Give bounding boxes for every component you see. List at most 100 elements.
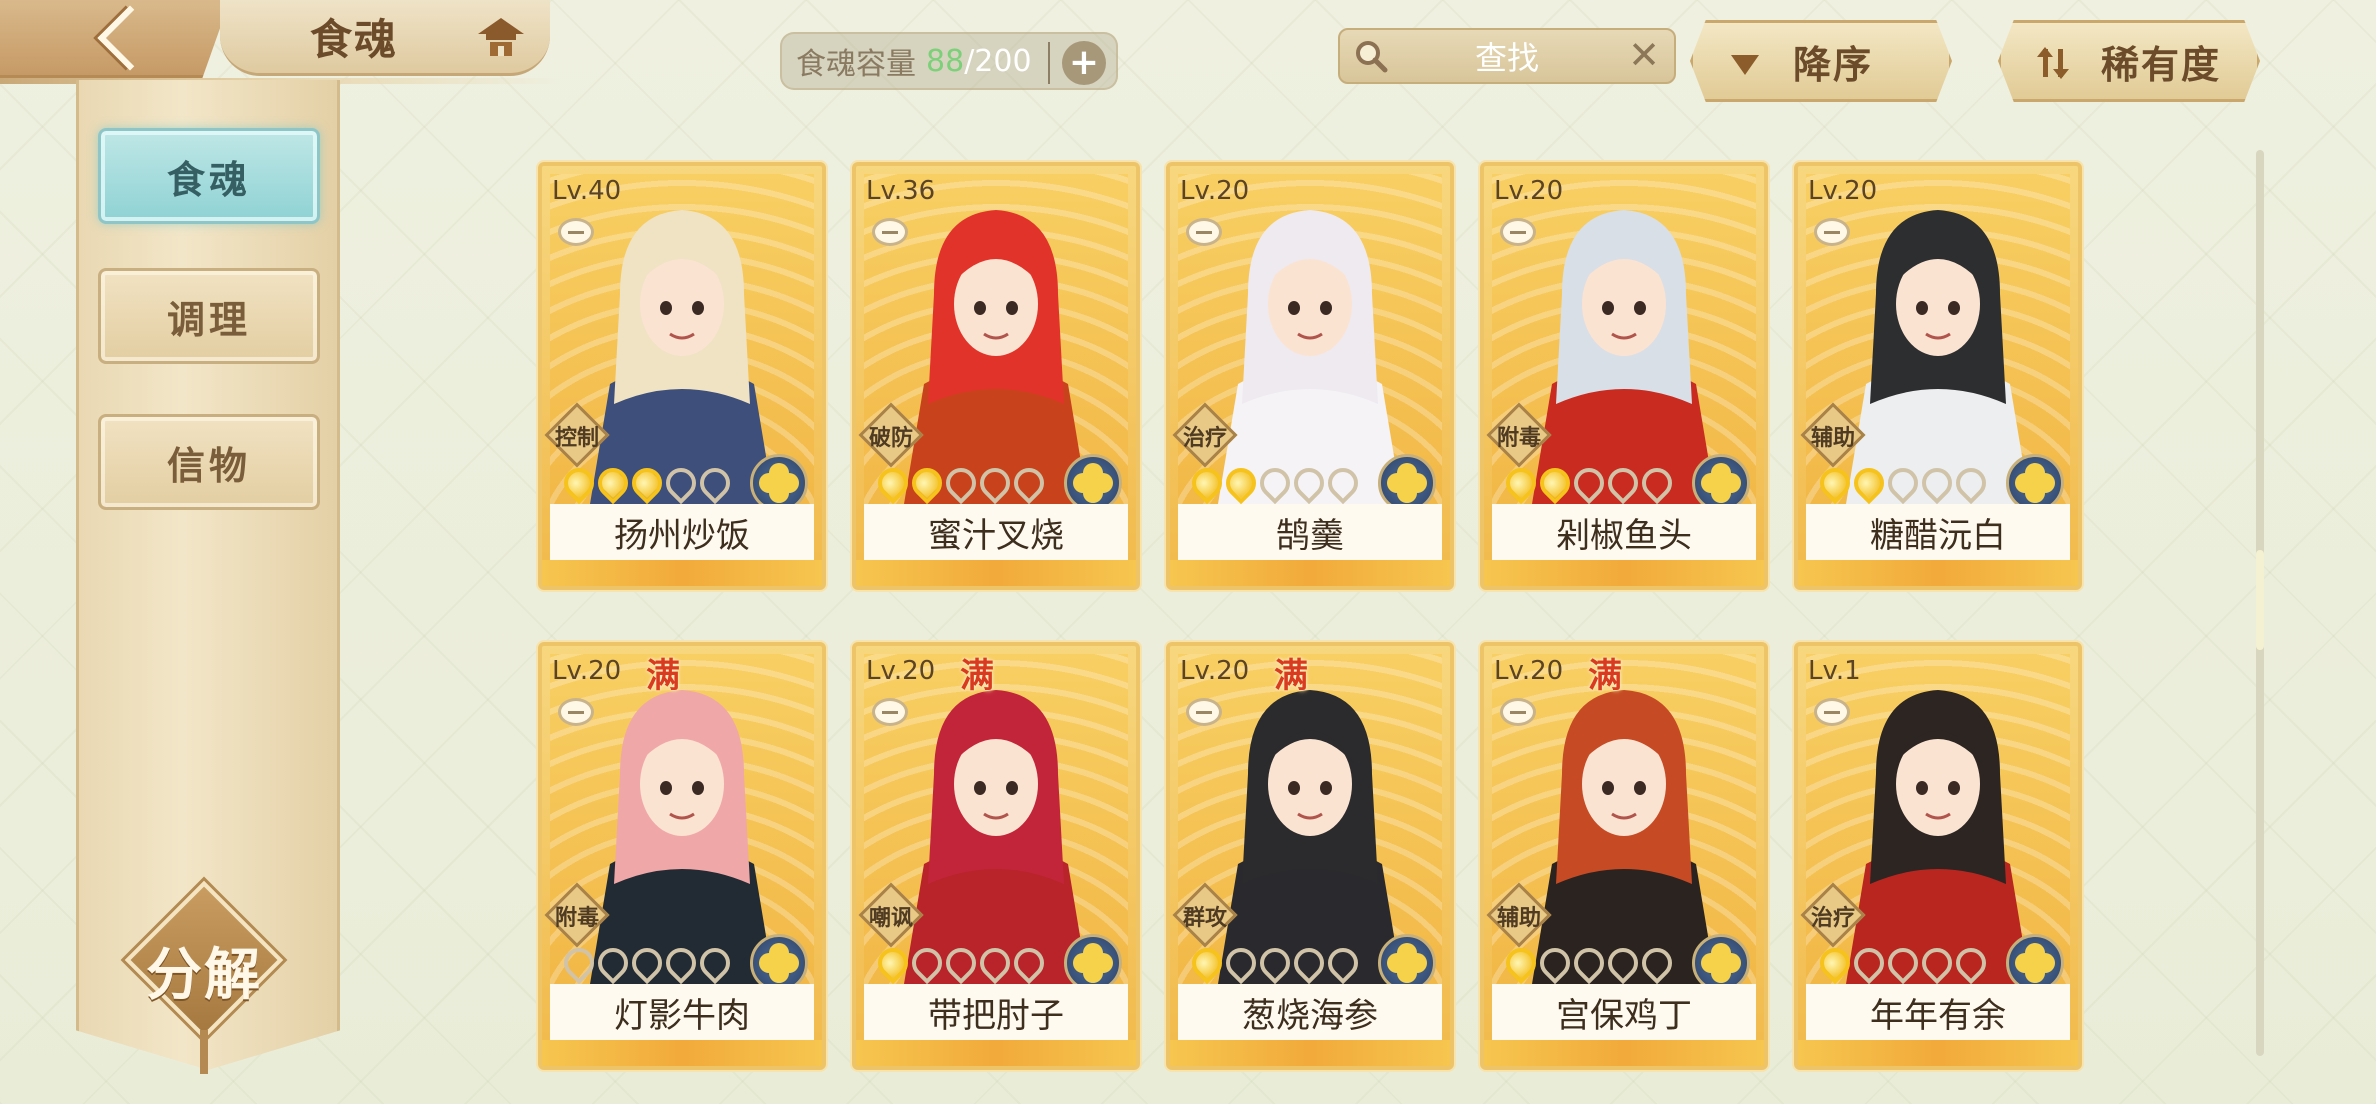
star-drop-icon (973, 941, 1017, 985)
level-label: Lv.40 (552, 176, 622, 206)
level-label: Lv.1 (1808, 656, 1861, 686)
role-badge: 附毒 (544, 882, 610, 948)
star-drop-icon (939, 941, 983, 985)
star-rating (1813, 941, 1993, 985)
level-label: Lv.20 (1808, 176, 1878, 206)
star-drop-icon (693, 941, 737, 985)
star-drop-icon (939, 461, 983, 505)
character-name: 鹄羹 (1178, 504, 1442, 560)
food-soul-card[interactable]: Lv.20 满辅助 宫保鸡丁 (1480, 642, 1768, 1070)
food-soul-card[interactable]: Lv.20 满嘲讽 带把肘子 (852, 642, 1140, 1070)
food-soul-card[interactable]: Lv.20 辅助 糖醋沅白 (1794, 162, 2082, 590)
bowl-icon (1186, 698, 1222, 726)
page-title: 食魂 (310, 15, 399, 64)
flower-icon (1393, 469, 1421, 497)
bowl-icon (1814, 218, 1850, 246)
star-drop-icon (1813, 941, 1857, 985)
max-level-badge: 满 (1588, 656, 1622, 696)
capacity-separator: / (964, 43, 975, 79)
sort-key-label: 稀有度 (2101, 42, 2222, 87)
food-soul-card[interactable]: Lv.20 满群攻 葱烧海参 (1166, 642, 1454, 1070)
star-drop-icon (1915, 941, 1959, 985)
character-name: 剁椒鱼头 (1492, 504, 1756, 560)
level-label: Lv.20 (1180, 176, 1250, 206)
search-label: 查找 (1474, 39, 1539, 77)
star-drop-icon (1287, 461, 1331, 505)
flower-icon (1707, 469, 1735, 497)
role-label: 附毒 (554, 906, 599, 931)
star-rating (871, 461, 1051, 505)
role-badge: 治疗 (1172, 402, 1238, 468)
tab-food-souls[interactable]: 食魂 (98, 128, 320, 224)
food-soul-card[interactable]: Lv.40 控制 扬州炒饭 (538, 162, 826, 590)
flower-icon (1079, 469, 1107, 497)
star-drop-icon (1533, 941, 1577, 985)
max-level-badge: 满 (1274, 656, 1308, 696)
back-button[interactable] (0, 0, 230, 78)
role-badge: 辅助 (1486, 882, 1552, 948)
home-icon[interactable] (474, 14, 528, 60)
capacity-display: 食魂容量 88 / 200 + (780, 32, 1118, 90)
food-soul-card[interactable]: Lv.20 附毒 剁椒鱼头 (1480, 162, 1768, 590)
bowl-icon (558, 698, 594, 726)
star-drop-icon (871, 461, 915, 505)
tassel-decoration (200, 1030, 208, 1074)
level-label: Lv.20 (1180, 656, 1250, 686)
character-name: 灯影牛肉 (550, 984, 814, 1040)
tab-tokens[interactable]: 信物 (98, 414, 320, 510)
role-badge: 控制 (544, 402, 610, 468)
star-rating (1499, 941, 1679, 985)
star-drop-icon (1219, 461, 1263, 505)
star-drop-icon (1253, 941, 1297, 985)
flower-icon (1393, 949, 1421, 977)
food-soul-card[interactable]: Lv.20 满附毒 灯影牛肉 (538, 642, 826, 1070)
star-drop-icon (1881, 941, 1925, 985)
sort-order-label: 降序 (1793, 42, 1874, 87)
character-name: 带把肘子 (864, 984, 1128, 1040)
star-drop-icon (659, 461, 703, 505)
flower-icon (1079, 949, 1107, 977)
role-badge: 群攻 (1172, 882, 1238, 948)
expand-capacity-button[interactable]: + (1062, 41, 1106, 85)
star-drop-icon (1813, 461, 1857, 505)
star-drop-icon (557, 461, 601, 505)
tab-conditioning[interactable]: 调理 (98, 268, 320, 364)
star-drop-icon (625, 461, 669, 505)
food-soul-card[interactable]: Lv.1 治疗 年年有余 (1794, 642, 2082, 1070)
star-drop-icon (1601, 461, 1645, 505)
decompose-button[interactable]: 分解 (124, 880, 284, 1074)
star-rating (557, 461, 737, 505)
star-rating (871, 941, 1051, 985)
flower-icon (765, 949, 793, 977)
star-drop-icon (1601, 941, 1645, 985)
scrollbar-thumb[interactable] (2256, 550, 2264, 650)
sort-order-button[interactable]: 降序 (1690, 20, 1952, 102)
star-rating (1185, 941, 1365, 985)
search-box[interactable]: 查找 ✕ (1338, 28, 1676, 84)
bowl-icon (1500, 698, 1536, 726)
bowl-icon (1186, 218, 1222, 246)
food-soul-card[interactable]: Lv.20 治疗鹄羹 (1166, 162, 1454, 590)
capacity-max: 200 (974, 43, 1032, 79)
star-drop-icon (1635, 941, 1679, 985)
decompose-label: 分解 (146, 943, 262, 1008)
sort-toggle-icon (2031, 41, 2075, 85)
bowl-icon (558, 218, 594, 246)
food-soul-card[interactable]: Lv.36 破防 蜜汁叉烧 (852, 162, 1140, 590)
star-drop-icon (1499, 941, 1543, 985)
star-drop-icon (1567, 941, 1611, 985)
role-label: 治疗 (1810, 906, 1855, 931)
descending-icon (1723, 41, 1767, 85)
character-name: 蜜汁叉烧 (864, 504, 1128, 560)
sort-key-button[interactable]: 稀有度 (1998, 20, 2260, 102)
star-drop-icon (625, 941, 669, 985)
title-plate: 食魂 (220, 0, 550, 76)
star-rating (1499, 461, 1679, 505)
star-drop-icon (1881, 461, 1925, 505)
star-drop-icon (557, 941, 601, 985)
card-bottom-bar (542, 1040, 822, 1066)
clear-search-icon[interactable]: ✕ (1628, 36, 1660, 74)
back-arrow-icon (97, 4, 163, 71)
star-drop-icon (905, 941, 949, 985)
star-drop-icon (1847, 941, 1891, 985)
